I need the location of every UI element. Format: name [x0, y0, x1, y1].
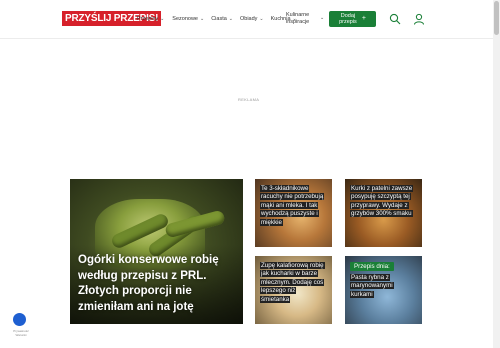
site-header: PRZYŚLIJ PRZEPIS! Przepisy ⌄ Sezonowe ⌄ Ci…: [0, 0, 500, 39]
nav-item-ciasta[interactable]: Ciasta ⌄: [211, 16, 233, 22]
article-card[interactable]: Te 3-składnikowe racuchy nie potrzebują …: [255, 179, 332, 247]
scrollbar[interactable]: [493, 0, 500, 348]
article-title: Te 3-składnikowe racuchy nie potrzebują …: [260, 185, 325, 226]
nav-label: inspiracje: [286, 18, 310, 25]
chevron-down-icon: ⌄: [199, 16, 205, 22]
recipe-of-day-badge: Przepis dnia:: [350, 262, 394, 271]
article-title: Pasta rybna z marynowanymi kurkami: [350, 274, 394, 298]
chevron-down-icon: ⌄: [259, 16, 264, 22]
add-recipe-button[interactable]: Dodaj przepis +: [329, 11, 376, 27]
featured-article-card[interactable]: Ogórki konserwowe robię według przepisu …: [70, 179, 243, 324]
chevron-down-icon: ⌄: [160, 16, 165, 22]
nav-label: Sezonowe: [172, 16, 198, 22]
main-nav: Przepisy ⌄ Sezonowe ⌄ Ciasta ⌄ Obiady ⌄ Kuch…: [137, 0, 297, 38]
plus-icon: +: [361, 14, 366, 22]
nav-item-sezonowe[interactable]: Sezonowe ⌄: [172, 16, 204, 22]
nav-item-kulinarne-inspiracje[interactable]: Kulinarne inspiracje: [286, 12, 320, 25]
scrollbar-thumb[interactable]: [494, 1, 499, 35]
nav-item-obiady[interactable]: Obiady ⌄: [240, 16, 264, 22]
nav-label: Obiady: [239, 16, 258, 22]
chevron-down-icon: ⌄: [320, 15, 325, 21]
nav-label: Ciasta: [211, 16, 227, 22]
shield-icon: [13, 313, 26, 326]
recipe-of-day-card[interactable]: Przepis dnia: Pasta rybna z marynowanymi…: [345, 256, 422, 324]
nav-label: Przepisy: [137, 16, 159, 22]
add-recipe-label: przepis: [339, 19, 357, 25]
ad-label: REKLAMA: [238, 97, 260, 102]
article-card[interactable]: Zupę kalafiorową robię jak kucharki w ba…: [255, 256, 332, 324]
search-icon[interactable]: [389, 13, 401, 25]
featured-article-title: Ogórki konserwowe robię według przepisu …: [78, 254, 219, 313]
article-card[interactable]: Kurki z patelni zawsze posypuję szczyptą…: [345, 179, 422, 247]
chevron-down-icon: ⌄: [228, 16, 233, 22]
article-title: Zupę kalafiorową robię jak kucharki w ba…: [260, 262, 325, 303]
article-title: Kurki z patelni zawsze posypuję szczyptą…: [350, 185, 414, 218]
nav-item-przepisy[interactable]: Przepisy ⌄: [137, 16, 164, 22]
user-icon[interactable]: [413, 13, 425, 25]
terms-link[interactable]: Warunki: [7, 333, 35, 338]
